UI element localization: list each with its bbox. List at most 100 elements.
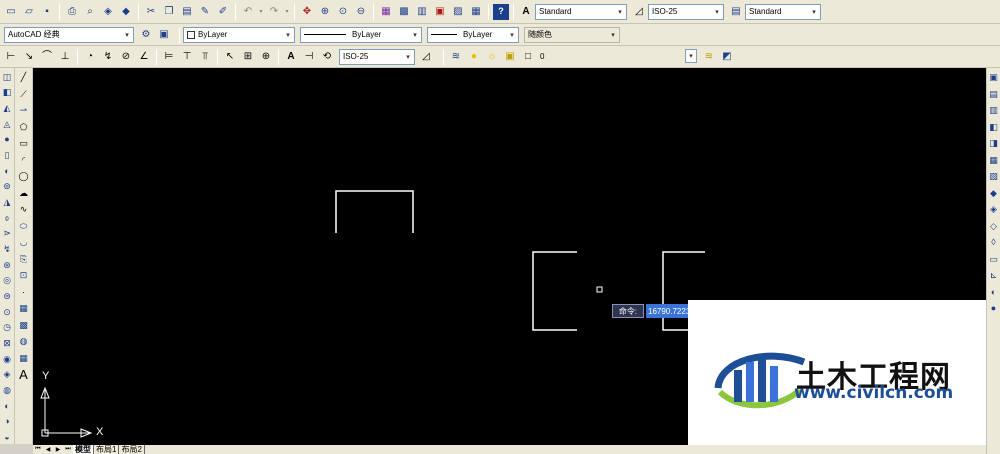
tool-palettes-icon[interactable]: ▥ (414, 4, 430, 20)
dim-continue-icon[interactable]: ⫪ (197, 49, 213, 65)
plot-icon[interactable]: ⎙ (64, 4, 80, 20)
layer-color-icon[interactable]: □ (520, 49, 536, 65)
properties-icon[interactable]: ▦ (378, 4, 394, 20)
front-view-icon[interactable]: ▦ (987, 153, 1000, 167)
se-iso-icon[interactable]: ◈ (987, 203, 1000, 217)
center-mark-icon[interactable]: ⊕ (258, 49, 274, 65)
copy-icon[interactable]: ❐ (161, 4, 177, 20)
mirror-icon[interactable]: ◭ (1, 102, 14, 115)
paste-icon[interactable]: ▤ (179, 4, 195, 20)
tab-first-icon[interactable]: ⏮ (33, 446, 43, 453)
union-icon[interactable]: ◉ (1, 353, 14, 366)
subtract-icon[interactable]: ◈ (1, 368, 14, 381)
tolerance-icon[interactable]: ⊞ (240, 49, 256, 65)
back-view-icon[interactable]: ▧ (987, 170, 1000, 184)
table-style-icon[interactable]: ▤ (728, 4, 744, 20)
dim-ordinate-icon[interactable]: ⊥ (57, 49, 73, 65)
fillet-icon[interactable]: ⊜ (1, 290, 14, 303)
pan-icon[interactable]: ✥ (299, 4, 315, 20)
extend-icon[interactable]: ⋗ (1, 227, 14, 240)
explode-icon[interactable]: ⊙ (1, 306, 14, 319)
layer-lock-icon[interactable]: ▣ (502, 49, 518, 65)
rotate-icon[interactable]: ◐ (1, 165, 14, 178)
make-object-layer-current-icon[interactable]: ≋ (701, 49, 717, 65)
quick-dim-icon[interactable]: ⊨ (161, 49, 177, 65)
markup-icon[interactable]: ▨ (450, 4, 466, 20)
nw-iso-icon[interactable]: ◊ (987, 236, 1000, 250)
dim-linear-icon[interactable]: ⊢ (3, 49, 19, 65)
dim-style-icon[interactable]: ◿ (631, 4, 647, 20)
revolve-icon[interactable]: ◒ (1, 431, 14, 444)
zoom-realtime-icon[interactable]: ⊕ (317, 4, 333, 20)
tab-layout1[interactable]: 布局1 (94, 445, 120, 454)
arc-icon[interactable]: ◜ (17, 153, 30, 167)
break-icon[interactable]: ↯ (1, 243, 14, 256)
ne-iso-icon[interactable]: ◇ (987, 219, 1000, 233)
tab-prev-icon[interactable]: ◀ (43, 446, 53, 453)
multiline-text-icon[interactable]: A (17, 368, 30, 382)
table-icon[interactable]: ▦ (17, 351, 30, 365)
dim-arc-icon[interactable]: ⌒ (39, 49, 55, 65)
undo-dropdown-icon[interactable]: ▾ (258, 4, 264, 20)
render-icon[interactable]: ● (987, 302, 1000, 316)
extrude-icon[interactable]: ◑ (1, 415, 14, 428)
sw-iso-icon[interactable]: ◆ (987, 186, 1000, 200)
table-style-select[interactable]: Standard ▾ (745, 3, 821, 20)
gradient-icon[interactable]: ▩ (17, 318, 30, 332)
layer-manager-icon[interactable]: ≋ (448, 49, 464, 65)
3d-dwf-icon[interactable]: ◆ (118, 4, 134, 20)
camera-icon[interactable]: ▭ (987, 252, 1000, 266)
offset-icon[interactable]: ◬ (1, 118, 14, 131)
trim-icon[interactable]: ⌽ (1, 212, 14, 225)
line-icon[interactable]: ╱ (17, 71, 30, 85)
layer-thaw-icon[interactable]: ☼ (484, 49, 500, 65)
text-style-icon[interactable]: A (518, 4, 534, 20)
dim-text-edit-icon[interactable]: ⊣ (301, 49, 317, 65)
ellipse-arc-icon[interactable]: ◡ (17, 236, 30, 250)
quick-leader-icon[interactable]: ↖ (222, 49, 238, 65)
cut-icon[interactable]: ✂ (143, 4, 159, 20)
intersect-icon[interactable]: ◍ (1, 384, 14, 397)
solid-icon[interactable]: ◐ (1, 400, 14, 413)
spline-icon[interactable]: ∿ (17, 203, 30, 217)
revision-cloud-icon[interactable]: ☁ (17, 186, 30, 200)
hatch-icon[interactable]: ▦ (17, 302, 30, 316)
dim-style-select-2[interactable]: ISO-25 ▾ (339, 48, 415, 65)
plot-style-select[interactable]: 随颜色 ▾ (524, 26, 620, 43)
redo-dropdown-icon[interactable]: ▾ (284, 4, 290, 20)
text-style-select[interactable]: Standard ▾ (535, 3, 627, 20)
color-select[interactable]: ByLayer ▾ (183, 26, 295, 43)
join-icon[interactable]: ⊛ (1, 259, 14, 272)
plot-preview-icon[interactable]: ⌕ (82, 4, 98, 20)
redo-icon[interactable]: ↷ (266, 4, 282, 20)
dim-baseline-icon[interactable]: ⊤ (179, 49, 195, 65)
calculator-icon[interactable]: ▦ (468, 4, 484, 20)
layer-on-icon[interactable]: ● (466, 49, 482, 65)
scale-icon[interactable]: ⊚ (1, 180, 14, 193)
region-draw-icon[interactable]: ◍ (17, 335, 30, 349)
dim-aligned-icon[interactable]: ↘ (21, 49, 37, 65)
linetype-select[interactable]: ByLayer ▾ (300, 26, 422, 43)
layer-previous-icon[interactable]: ◩ (719, 49, 735, 65)
move-icon[interactable]: ▯ (1, 149, 14, 162)
stretch-icon[interactable]: ◮ (1, 196, 14, 209)
help-icon[interactable]: ? (493, 3, 509, 20)
chamfer-icon[interactable]: ◎ (1, 274, 14, 287)
my-workspace-icon[interactable]: ▣ (156, 27, 172, 43)
dim-style-manager-icon[interactable]: ◿ (418, 49, 434, 65)
region-icon[interactable]: ◷ (1, 321, 14, 334)
dim-update-icon[interactable]: ⟲ (319, 49, 335, 65)
view-icon[interactable]: ▣ (987, 71, 1000, 85)
new-file-icon[interactable]: ▭ (3, 4, 19, 20)
tab-model[interactable]: 模型 (73, 445, 94, 454)
shade-icon[interactable]: ◐ (987, 285, 1000, 299)
make-block-icon[interactable]: ⊡ (17, 269, 30, 283)
rectangle-icon[interactable]: ▭ (17, 137, 30, 151)
dim-radius-icon[interactable]: ◔ (82, 49, 98, 65)
dim-jogged-icon[interactable]: ↯ (100, 49, 116, 65)
save-icon[interactable]: ▪ (39, 4, 55, 20)
copy-object-icon[interactable]: ◧ (1, 86, 14, 99)
lineweight-select[interactable]: ByLayer ▾ (427, 26, 519, 43)
erase-icon[interactable]: ◫ (1, 71, 14, 84)
zoom-previous-icon[interactable]: ⊖ (353, 4, 369, 20)
